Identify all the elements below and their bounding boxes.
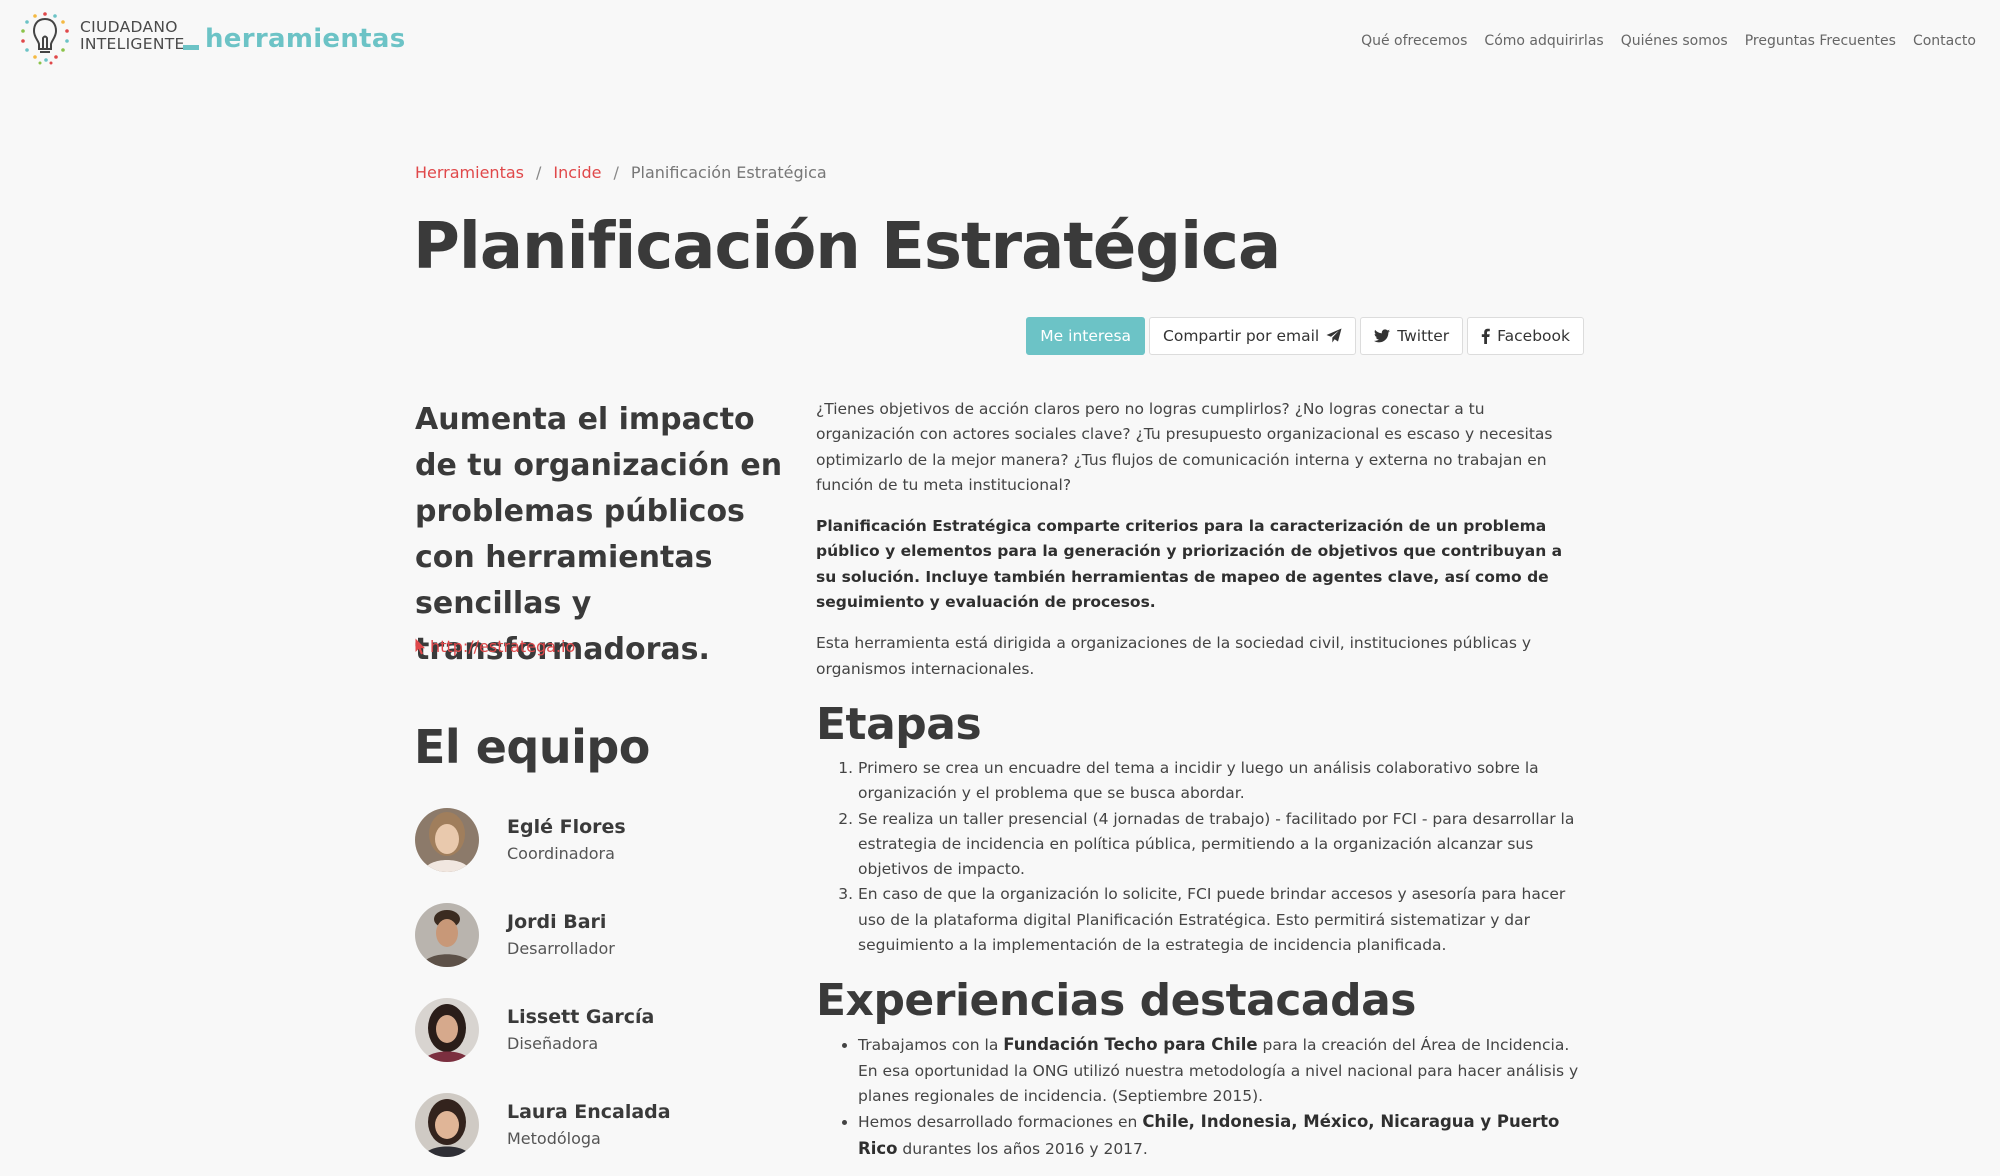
nav-link-contacto[interactable]: Contacto [1913, 33, 1976, 49]
breadcrumb-incide[interactable]: Incide [553, 163, 601, 182]
member-name: Laura Encalada [507, 1101, 671, 1123]
list-item: Trabajamos con la Fundación Techo para C… [858, 1032, 1586, 1109]
list-item: Primero se crea un encuadre del tema a i… [858, 756, 1586, 807]
experience-text: Hemos desarrollado formaciones en [858, 1113, 1143, 1132]
list-item: Hemos desarrollado formaciones en Chile,… [858, 1109, 1586, 1162]
experiences-heading: Experiencias destacadas [816, 975, 1417, 1027]
share-email-button[interactable]: Compartir por email [1149, 317, 1357, 355]
external-link[interactable]: http://estratega.io [415, 637, 575, 656]
facebook-f-icon [1481, 328, 1490, 344]
lightbulb-logo-icon[interactable] [16, 12, 74, 66]
nav-link-quienes-somos[interactable]: Quiénes somos [1621, 33, 1728, 49]
nav-link-que-ofrecemos[interactable]: Qué ofrecemos [1361, 33, 1467, 49]
cursor-pointer-icon [415, 638, 425, 655]
team-section-title: El equipo [414, 720, 650, 774]
external-link-url: http://estratega.io [430, 637, 576, 656]
member-name: Lissett García [507, 1006, 655, 1028]
action-buttons: Me interesa Compartir por email Twitter … [1026, 317, 1584, 355]
paper-plane-icon [1326, 328, 1342, 343]
share-facebook-button[interactable]: Facebook [1467, 317, 1584, 355]
list-item: En caso de que la organización lo solici… [858, 882, 1586, 958]
breadcrumb-herramientas[interactable]: Herramientas [415, 163, 524, 182]
brand-dash [183, 45, 199, 50]
stages-heading: Etapas [816, 698, 982, 750]
tool-description: ¿Tienes objetivos de acción claros pero … [816, 397, 1586, 1174]
brand-name-top: CIUDADANO [80, 18, 178, 36]
me-interesa-label: Me interesa [1040, 327, 1132, 345]
page-title: Planificación Estratégica [413, 210, 1281, 284]
breadcrumb-separator: / [535, 163, 542, 182]
experiences-list: Trabajamos con la Fundación Techo para C… [816, 1032, 1586, 1161]
experience-text: durantes los años 2016 y 2017. [897, 1139, 1148, 1158]
stages-list: Primero se crea un encuadre del tema a i… [816, 756, 1586, 958]
breadcrumb-separator: / [613, 163, 619, 182]
brand-name-bottom: INTELIGENTE [80, 35, 185, 53]
nav-link-como-adquirirlas[interactable]: Cómo adquirirlas [1484, 33, 1603, 49]
breadcrumb-current: Planificación Estratégica [630, 163, 827, 182]
member-name: Eglé Flores [507, 816, 626, 838]
member-role: Metodóloga [507, 1129, 601, 1148]
brand-name[interactable]: CIUDADANO INTELIGENTE [80, 19, 185, 53]
share-facebook-label: Facebook [1497, 327, 1570, 345]
avatar [415, 903, 479, 967]
summary-paragraph: Planificación Estratégica comparte crite… [816, 517, 1563, 612]
member-role: Desarrollador [507, 939, 615, 958]
avatar [415, 998, 479, 1062]
experience-highlight: Fundación Techo para Chile [1003, 1035, 1258, 1055]
member-name: Jordi Bari [507, 911, 607, 933]
share-twitter-label: Twitter [1397, 327, 1450, 345]
me-interesa-button[interactable]: Me interesa [1026, 317, 1146, 355]
audience-paragraph: Esta herramienta está dirigida a organiz… [816, 634, 1532, 678]
avatar [415, 808, 479, 872]
list-item: Se realiza un taller presencial (4 jorna… [858, 807, 1586, 883]
intro-paragraph: ¿Tienes objetivos de acción claros pero … [816, 400, 1553, 494]
experience-text: Trabajamos con la [858, 1036, 1004, 1055]
member-role: Diseñadora [507, 1034, 599, 1053]
main-nav: Qué ofrecemos Cómo adquirirlas Quiénes s… [1344, 33, 1976, 49]
brand-tools-label[interactable]: herramientas [205, 24, 406, 54]
member-role: Coordinadora [507, 844, 615, 863]
share-twitter-button[interactable]: Twitter [1360, 317, 1464, 355]
twitter-bird-icon [1374, 329, 1391, 343]
avatar [415, 1093, 479, 1157]
nav-link-preguntas-frecuentes[interactable]: Preguntas Frecuentes [1745, 33, 1896, 49]
lead-statement: Aumenta el impacto de tu organización en… [415, 402, 783, 667]
breadcrumb: Herramientas / Incide / Planificación Es… [415, 163, 827, 182]
top-navbar: CIUDADANO INTELIGENTE herramientas Qué o… [0, 0, 2000, 80]
share-email-label: Compartir por email [1163, 327, 1320, 345]
